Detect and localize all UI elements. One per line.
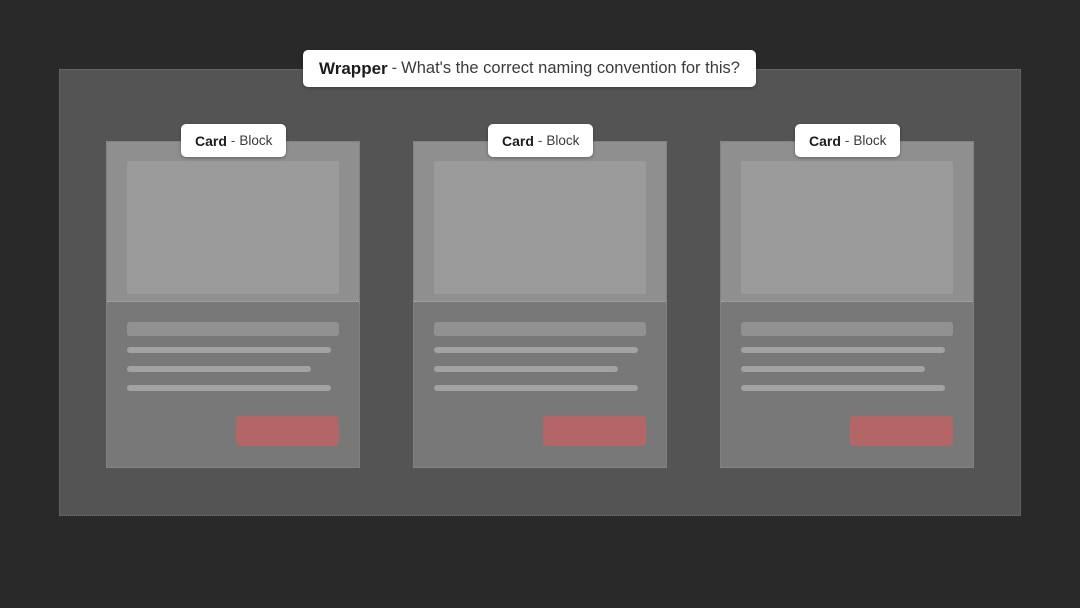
wrapper-label-text: What's the correct naming convention for… bbox=[401, 59, 740, 77]
card-text-line-1-3 bbox=[127, 385, 331, 391]
card-image-placeholder-1 bbox=[127, 161, 339, 294]
card-text-line-1-1 bbox=[127, 347, 331, 353]
card-button-2[interactable] bbox=[543, 416, 646, 446]
card-title-placeholder-3 bbox=[741, 322, 953, 336]
card-action-row-3 bbox=[741, 416, 953, 467]
card-title-placeholder-2 bbox=[434, 322, 646, 336]
card-3[interactable] bbox=[720, 141, 974, 468]
wrapper-label-dash: - bbox=[391, 59, 398, 77]
card-2[interactable] bbox=[413, 141, 667, 468]
card-text-line-2-3 bbox=[434, 385, 638, 391]
card-body-1 bbox=[107, 302, 359, 467]
card-media-3 bbox=[721, 142, 973, 302]
card-text-line-3-2 bbox=[741, 366, 926, 372]
card-1[interactable] bbox=[106, 141, 360, 468]
card-text-line-1-2 bbox=[127, 366, 312, 372]
card-label-badge-1: Card - Block bbox=[181, 124, 287, 157]
wrapper-label-badge: Wrapper - What's the correct naming conv… bbox=[303, 50, 756, 87]
card-body-3 bbox=[721, 302, 973, 467]
card-title-placeholder-1 bbox=[127, 322, 339, 336]
card-label-text-1: Block bbox=[239, 133, 273, 148]
card-text-line-3-1 bbox=[741, 347, 945, 353]
card-label-text-3: Block bbox=[853, 133, 887, 148]
card-label-badge-2: Card - Block bbox=[488, 124, 594, 157]
card-text-line-2-2 bbox=[434, 366, 619, 372]
cards-row bbox=[106, 141, 974, 468]
card-label-text-2: Block bbox=[546, 133, 580, 148]
card-label-dash-2: - bbox=[537, 133, 543, 148]
card-label-strong-3: Card bbox=[809, 132, 841, 149]
card-button-1[interactable] bbox=[236, 416, 339, 446]
card-button-3[interactable] bbox=[850, 416, 953, 446]
card-action-row-2 bbox=[434, 416, 646, 467]
card-label-dash-1: - bbox=[230, 133, 236, 148]
wrapper-label-strong: Wrapper bbox=[319, 58, 388, 78]
card-body-2 bbox=[414, 302, 666, 467]
card-text-line-2-1 bbox=[434, 347, 638, 353]
card-label-strong-1: Card bbox=[195, 132, 227, 149]
card-action-row-1 bbox=[127, 416, 339, 467]
card-image-placeholder-2 bbox=[434, 161, 646, 294]
card-label-badge-3: Card - Block bbox=[795, 124, 901, 157]
card-media-2 bbox=[414, 142, 666, 302]
card-label-strong-2: Card bbox=[502, 132, 534, 149]
card-label-dash-3: - bbox=[844, 133, 850, 148]
card-text-line-3-3 bbox=[741, 385, 945, 391]
card-media-1 bbox=[107, 142, 359, 302]
card-image-placeholder-3 bbox=[741, 161, 953, 294]
